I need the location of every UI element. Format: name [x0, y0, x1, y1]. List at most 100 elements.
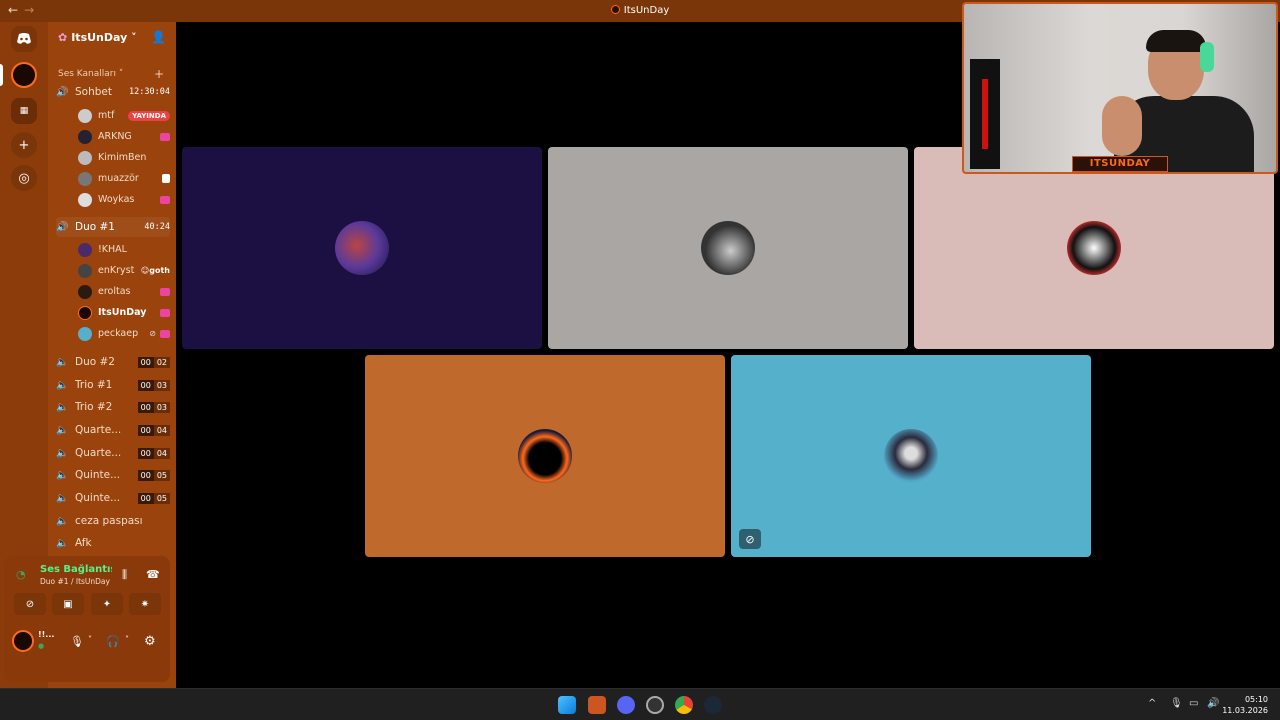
voice-channel[interactable]: 🔈 ceza paspası: [56, 511, 170, 531]
participant-tile[interactable]: [365, 355, 725, 557]
network-icon[interactable]: ▭: [1189, 698, 1198, 709]
voice-user[interactable]: ARKNG: [78, 127, 170, 146]
participant-tile[interactable]: [548, 147, 908, 349]
channel-name: Quinte...: [75, 469, 121, 481]
camera-off-button[interactable]: ⊘: [14, 593, 46, 615]
user-limit: 00 05: [137, 492, 170, 504]
voice-user[interactable]: enKryst ☺goth: [78, 261, 170, 280]
user-name: !!...: [38, 630, 55, 639]
participant-tile[interactable]: [182, 147, 542, 349]
soundboard-wave-icon[interactable]: ⫼: [122, 568, 127, 582]
speaker-icon: 🔈: [56, 424, 69, 436]
channel-name: Quarte...: [75, 447, 122, 459]
speaker-icon: 🔈: [56, 469, 69, 481]
voice-user[interactable]: peckaep ⊘: [78, 324, 170, 343]
voice-user[interactable]: muazzör: [78, 169, 170, 188]
speaker-icon: 🔊: [56, 86, 69, 98]
voice-channel-sohbet[interactable]: 🔊 Sohbet 12:30:04: [56, 82, 170, 102]
obs-icon[interactable]: [646, 696, 664, 714]
steam-icon[interactable]: [704, 696, 722, 714]
speaker-icon: 🔈: [56, 447, 69, 459]
deafened-icon: ⊘: [739, 529, 761, 549]
user-limit: 00 05: [137, 469, 170, 481]
discord-home-icon[interactable]: [11, 26, 37, 52]
chevron-down-icon: ˅: [118, 69, 124, 79]
voice-channel[interactable]: 🔈 Quinte... 00 05: [56, 488, 170, 508]
invite-people-icon[interactable]: 👤: [151, 30, 166, 44]
headphones-icon[interactable]: 🎧: [106, 635, 120, 648]
speaker-icon: 🔈: [56, 537, 69, 549]
user-name: !KHAL: [98, 244, 127, 255]
voice-user[interactable]: eroltas: [78, 282, 170, 301]
avatar: [78, 192, 92, 207]
server-folder-icon[interactable]: ▦: [11, 98, 37, 124]
live-badge: YAYINDA: [128, 110, 170, 121]
add-channel-icon[interactable]: +: [154, 67, 164, 81]
voice-channel[interactable]: 🔈 Afk: [56, 533, 170, 553]
mic-tray-icon[interactable]: 🎙: [1170, 698, 1183, 709]
clock-time: 05:10: [1244, 695, 1268, 704]
user-limit: 00 03: [137, 401, 170, 413]
participant-avatar: [1067, 221, 1121, 275]
user-limit: 00 03: [137, 379, 170, 391]
stream-brand-label: ITSUNDAY: [1072, 156, 1168, 172]
avatar: [78, 326, 92, 341]
participant-tile[interactable]: [914, 147, 1274, 349]
voice-channel[interactable]: 🔈 Trio #1 00 03: [56, 375, 170, 395]
window-title-text: ItsUnDay: [623, 5, 670, 16]
signal-icon[interactable]: ◔: [16, 568, 26, 581]
active-server-indicator: [0, 64, 3, 86]
system-clock[interactable]: 05:10 11.03.2026: [1222, 694, 1268, 716]
avatar: [78, 263, 92, 278]
volume-icon[interactable]: 🔊: [1207, 698, 1219, 709]
speaker-icon: 🔈: [56, 401, 69, 413]
explore-icon[interactable]: ◎: [11, 165, 37, 191]
voice-user[interactable]: Woykas: [78, 190, 170, 209]
share-screen-button[interactable]: ▣: [52, 593, 84, 615]
server-itsunday-icon[interactable]: [11, 62, 37, 88]
voice-user[interactable]: KimimBen: [78, 148, 170, 167]
server-header[interactable]: ✿ ItsUnDay ˅: [58, 31, 137, 44]
channel-name: Duo #2: [75, 356, 115, 368]
voice-channel[interactable]: 🔈 Quinte... 00 05: [56, 465, 170, 485]
chrome-icon[interactable]: [675, 696, 693, 714]
user-name: peckaep: [98, 328, 139, 339]
connection-location[interactable]: Duo #1 / ItsUnDay: [40, 577, 110, 586]
deafen-icon: ⊘: [149, 329, 156, 338]
voice-channel[interactable]: 🔈 Trio #2 00 03: [56, 397, 170, 417]
disconnect-icon[interactable]: ☎: [146, 568, 160, 581]
voice-channel[interactable]: 🔈 Quarte... 00 04: [56, 420, 170, 440]
user-name: muazzör: [98, 173, 139, 184]
app-logo-icon: [610, 5, 620, 14]
user-limit: 00 04: [137, 447, 170, 459]
chevron-down-icon[interactable]: ˅: [88, 635, 92, 644]
channel-timer: 40:24: [144, 222, 170, 232]
add-server-icon[interactable]: +: [11, 132, 37, 158]
chevron-down-icon[interactable]: ˅: [125, 635, 129, 644]
voicemeeter-icon[interactable]: [588, 696, 606, 714]
soundboard-button[interactable]: ✷: [129, 593, 161, 615]
voice-channel[interactable]: 🔈 Quarte... 00 04: [56, 443, 170, 463]
microphone-icon[interactable]: 🎙: [70, 635, 84, 648]
voice-connection-panel: ◔ Ses Bağlantısı K Duo #1 / ItsUnDay ⫼ ☎…: [4, 556, 170, 682]
voice-user[interactable]: !KHAL: [78, 240, 170, 259]
tray-overflow-icon[interactable]: ^: [1148, 698, 1156, 709]
participant-tile[interactable]: ⊘: [731, 355, 1091, 557]
activities-button[interactable]: ✦: [91, 593, 123, 615]
voice-channel-duo-1[interactable]: 🔊 Duo #1 40:24: [56, 217, 170, 237]
user-limit: 00 04: [137, 424, 170, 436]
voice-channel[interactable]: 🔈 Duo #2 00 02: [56, 352, 170, 372]
webcam-pc-case: [970, 59, 1000, 169]
user-avatar[interactable]: [12, 630, 34, 652]
voice-user[interactable]: ItsUnDay: [78, 303, 170, 322]
windows-start-icon[interactable]: [558, 696, 576, 714]
voice-user[interactable]: mtf YAYINDA: [78, 106, 170, 125]
participant-avatar: [335, 221, 389, 275]
activity-icon: [160, 329, 170, 338]
settings-gear-icon[interactable]: ⚙: [144, 634, 156, 649]
discord-app-icon[interactable]: [617, 696, 635, 714]
connection-status[interactable]: Ses Bağlantısı K: [40, 564, 112, 575]
channel-name: Quarte...: [75, 424, 122, 436]
channel-timer: 12:30:04: [129, 87, 170, 97]
category-voice[interactable]: Ses Kanalları ˅: [58, 69, 123, 79]
